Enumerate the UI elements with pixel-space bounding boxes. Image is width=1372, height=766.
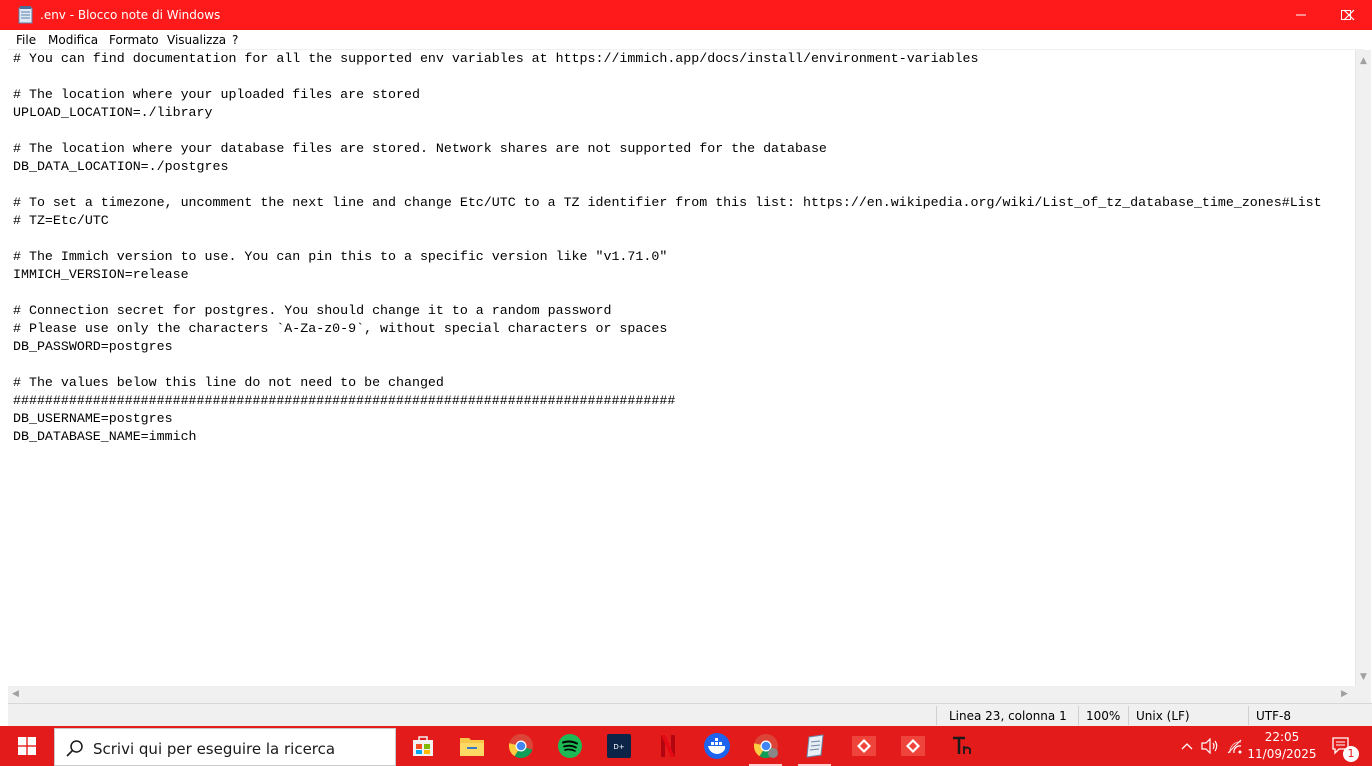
scroll-right-icon[interactable]: ▶ (1341, 689, 1348, 699)
spotify-icon[interactable] (545, 726, 594, 766)
editor-line[interactable]: DB_DATA_LOCATION=./postgres (13, 158, 228, 176)
notification-badge: 1 (1343, 746, 1359, 762)
disney-plus-icon[interactable]: D+ (594, 726, 643, 766)
editor-line[interactable]: # The Immich version to use. You can pin… (13, 248, 667, 266)
editor-line[interactable]: DB_USERNAME=postgres (13, 410, 173, 428)
search-placeholder: Scrivi qui per eseguire la ricerca (93, 740, 336, 758)
status-divider (1248, 706, 1249, 725)
netflix-icon[interactable] (643, 726, 692, 766)
system-clock[interactable]: 22:05 11/09/2025 (1246, 729, 1318, 763)
title-bar[interactable]: .env - Blocco note di Windows (0, 0, 1372, 30)
horizontal-scrollbar[interactable]: ◀ ▶ (8, 686, 1355, 703)
docker-icon[interactable] (692, 726, 741, 766)
scroll-up-icon[interactable]: ▲ (1360, 56, 1367, 66)
editor-line[interactable]: # The location where your database files… (13, 140, 827, 158)
editor-line[interactable]: UPLOAD_LOCATION=./library (13, 104, 213, 122)
menu-formato[interactable]: Formato (109, 32, 159, 48)
editor-line[interactable]: IMMICH_VERSION=release (13, 266, 189, 284)
start-button[interactable] (0, 726, 54, 766)
editor-line[interactable]: # The location where your uploaded files… (13, 86, 420, 104)
notepad-window: .env - Blocco note di Windows File Modif… (0, 0, 1372, 726)
typora-icon[interactable] (937, 726, 986, 766)
anydesk-icon[interactable] (888, 726, 937, 766)
window-title: .env - Blocco note di Windows (40, 8, 221, 22)
vertical-scrollbar[interactable]: ▲ ▼ (1355, 50, 1371, 686)
editor-line[interactable]: DB_PASSWORD=postgres (13, 338, 173, 356)
text-editor[interactable]: # You can find documentation for all the… (8, 50, 1355, 686)
file-explorer-icon[interactable] (447, 726, 496, 766)
notepad-app-icon[interactable] (18, 6, 34, 24)
editor-line[interactable]: # To set a timezone, uncomment the next … (13, 194, 1322, 212)
line-ending: Unix (LF) (1136, 709, 1190, 723)
status-divider (936, 706, 937, 725)
anydesk-icon[interactable] (839, 726, 888, 766)
windows-logo-icon (18, 737, 36, 755)
editor-line[interactable]: DB_DATABASE_NAME=immich (13, 428, 197, 446)
status-divider (1078, 706, 1079, 725)
chrome-icon[interactable] (496, 726, 545, 766)
wifi-icon[interactable] (1222, 726, 1246, 766)
clock-time: 22:05 (1264, 730, 1300, 744)
close-button[interactable] (1326, 0, 1372, 30)
show-hidden-icons[interactable] (1176, 726, 1198, 766)
menu-help[interactable]: ? (232, 32, 238, 48)
action-center-button[interactable]: 1 (1322, 726, 1362, 766)
encoding: UTF-8 (1256, 709, 1291, 723)
scroll-left-icon[interactable]: ◀ (12, 689, 19, 699)
notepad-icon[interactable] (790, 726, 839, 766)
editor-line[interactable]: # The values below this line do not need… (13, 374, 444, 392)
search-icon (66, 739, 84, 761)
scroll-down-icon[interactable]: ▼ (1360, 672, 1367, 682)
editor-line[interactable]: ########################################… (13, 392, 675, 410)
editor-line[interactable]: # Connection secret for postgres. You sh… (13, 302, 611, 320)
volume-icon[interactable] (1199, 726, 1221, 766)
menu-bar: File Modifica Formato Visualizza ? (8, 30, 1364, 50)
clock-date: 11/09/2025 (1247, 747, 1317, 761)
scroll-corner (1355, 686, 1371, 703)
taskbar-search[interactable]: Scrivi qui per eseguire la ricerca (54, 728, 396, 766)
zoom-level: 100% (1086, 709, 1121, 723)
close-icon (1343, 9, 1355, 21)
menu-modifica[interactable]: Modifica (48, 32, 98, 48)
menu-file[interactable]: File (16, 32, 36, 48)
taskbar: Scrivi qui per eseguire la ricerca D+ 22… (0, 726, 1372, 766)
chrome-profile-icon[interactable] (741, 726, 790, 766)
editor-line[interactable]: # TZ=Etc/UTC (13, 212, 109, 230)
editor-line[interactable]: # You can find documentation for all the… (13, 50, 979, 68)
cursor-position: Linea 23, colonna 1 (949, 709, 1067, 723)
svg-text:D+: D+ (613, 743, 624, 751)
status-bar: Linea 23, colonna 1 100% Unix (LF) UTF-8 (8, 703, 1372, 726)
store-icon[interactable] (398, 726, 447, 766)
status-divider (1128, 706, 1129, 725)
editor-line[interactable]: # Please use only the characters `A-Za-z… (13, 320, 667, 338)
chevron-up-icon (1181, 743, 1193, 750)
menu-visualizza[interactable]: Visualizza (167, 32, 226, 48)
